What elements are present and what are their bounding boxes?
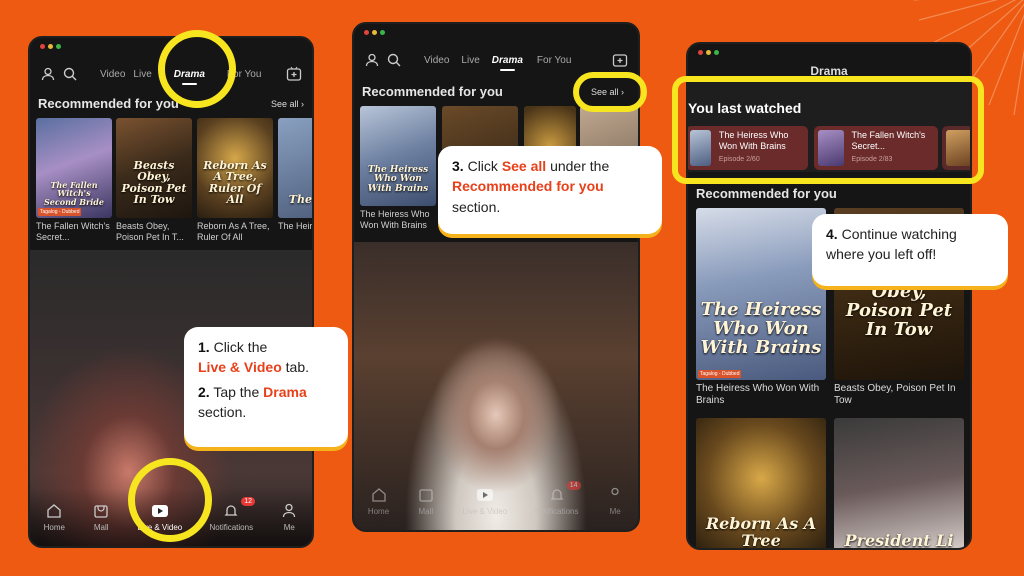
section-title: Recommended for you [362, 84, 503, 99]
drama-card[interactable]: Reborn As A Tree [696, 418, 826, 548]
search-icon[interactable] [62, 66, 78, 82]
user-icon [280, 503, 298, 519]
tab-drama[interactable]: Drama [492, 55, 523, 71]
step-2-text: 2. Tap the Drama section. [198, 383, 307, 420]
step-1-text: 1. Click the Live & Video tab. [198, 339, 310, 376]
drama-card[interactable]: Reborn As A Tree, Ruler Of All Reborn As… [197, 118, 273, 243]
highlight-last-watched [672, 76, 984, 184]
callout-step-4: 4. Continue watching where you left off! [812, 214, 1008, 286]
drama-card[interactable]: The Fallen Witch's Second Bride Tagalog … [36, 118, 112, 243]
card-title: The Heir Won [278, 221, 313, 231]
window-dots [40, 44, 61, 49]
section-title: Recommended for you [696, 186, 837, 201]
card-title: Beasts Obey, Poison Pet In Tow [834, 383, 956, 406]
top-nav: Video Live Drama For You [354, 46, 638, 74]
mall-icon [417, 487, 435, 503]
highlight-ring-drama-tab [158, 30, 236, 108]
card-title: The Heiress Who Won With Brains [360, 209, 430, 230]
profile-icon[interactable] [364, 52, 380, 68]
tab-for-you[interactable]: For You [537, 55, 571, 66]
bottom-nav: Home Mall Live & Video 14 Notifications … [354, 472, 638, 530]
mall-icon [92, 503, 110, 519]
notification-badge: 12 [241, 496, 256, 506]
window-dots [364, 30, 385, 35]
home-icon [45, 503, 63, 519]
nav-mall[interactable]: Mall [417, 487, 435, 516]
tab-live[interactable]: Live [461, 55, 479, 66]
see-all-link[interactable]: See all › [271, 99, 304, 109]
nav-me[interactable]: Me [280, 503, 298, 532]
callout-steps-1-2: 1. Click the Live & Video tab. 2. Tap th… [184, 327, 348, 447]
window-dots [698, 50, 719, 55]
card-title: The Heiress Who Won With Brains [696, 383, 820, 406]
nav-mall[interactable]: Mall [92, 503, 110, 532]
nav-notifications[interactable]: 14 Notifications [535, 480, 581, 516]
add-video-icon[interactable] [612, 52, 628, 68]
card-title: Beasts Obey, Poison Pet In T... [116, 221, 184, 242]
bell-icon [548, 487, 566, 503]
section-title: Recommended for you [38, 96, 179, 111]
add-video-icon[interactable] [286, 66, 302, 82]
card-title: Reborn As A Tree, Ruler Of All [197, 221, 270, 242]
drama-card[interactable]: The Heiress Who Won With Brains Tagalog … [696, 208, 826, 407]
poster-image: Reborn As A Tree [696, 418, 826, 548]
poster-image: The Fallen Witch's Second Bride Tagalog … [36, 118, 112, 218]
poster-image: The Heiress Who Won With Brains [360, 106, 436, 206]
poster-image: Reborn As A Tree, Ruler Of All [197, 118, 273, 218]
notification-badge: 14 [566, 480, 581, 490]
poster-image: Beasts Obey, Poison Pet In Tow [116, 118, 192, 218]
home-icon [370, 487, 388, 503]
step-3-text: 3. Click See all under the Recommended f… [452, 158, 610, 215]
poster-image: The Heir [278, 118, 312, 218]
drama-card[interactable]: President Li [834, 418, 964, 548]
drama-card[interactable]: Beasts Obey, Poison Pet In Tow Beasts Ob… [116, 118, 192, 243]
callout-step-3: 3. Click See all under the Recommended f… [438, 146, 662, 234]
card-title: The Fallen Witch's Secret... [36, 221, 110, 242]
poster-image: The Heiress Who Won With Brains Tagalog … [696, 208, 826, 380]
step-4-text: 4. Continue watching where you left off! [826, 226, 957, 263]
poster-image: President Li [834, 418, 964, 548]
nav-notifications[interactable]: 12 Notifications [210, 496, 256, 532]
nav-home[interactable]: Home [44, 503, 65, 532]
tab-video[interactable]: Video [424, 55, 449, 66]
video-icon [476, 487, 494, 503]
drama-card[interactable]: The Heiress Who Won With Brains The Heir… [360, 106, 436, 231]
nav-live-video[interactable]: Live & Video [462, 487, 507, 516]
profile-icon[interactable] [40, 66, 56, 82]
highlight-ring-live-video [128, 458, 212, 542]
nav-home[interactable]: Home [368, 487, 389, 516]
tab-live[interactable]: Live [133, 69, 151, 80]
tab-video[interactable]: Video [100, 69, 125, 80]
highlight-see-all [573, 72, 647, 112]
nav-me[interactable]: Me [606, 487, 624, 516]
drama-card[interactable]: The Heir The Heir Won [278, 118, 313, 232]
user-icon [606, 487, 624, 503]
search-icon[interactable] [386, 52, 402, 68]
bell-icon [222, 503, 240, 519]
